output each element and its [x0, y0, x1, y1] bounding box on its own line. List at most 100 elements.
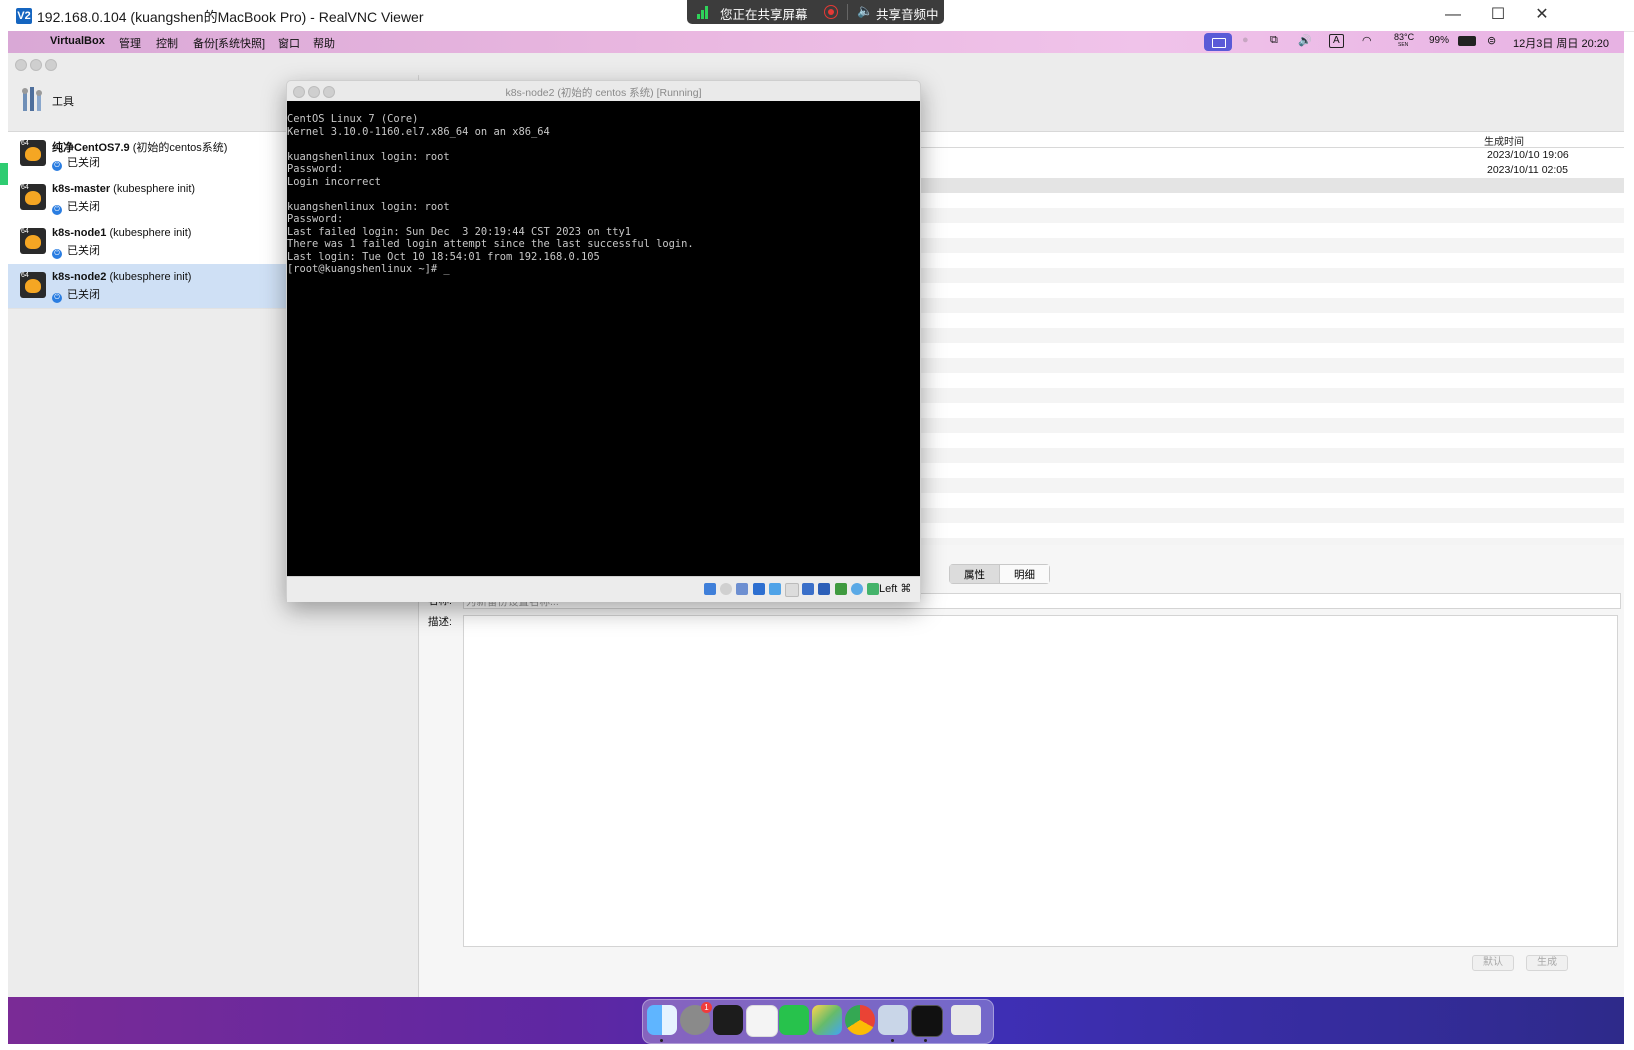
vm-name: k8s-node2 [52, 271, 107, 283]
console-line: Last login: Tue Oct 10 18:54:01 from 192… [287, 250, 600, 263]
console-line: kuangshenlinux login: root [287, 150, 450, 163]
column-header-created[interactable]: 生成时间 [1484, 133, 1524, 148]
zoom-traffic-light[interactable] [45, 59, 57, 71]
mac-menubar: VirtualBox 管理 控制 备份[系统快照] 窗口 帮助 ● ⧉ 🔊 A … [8, 31, 1624, 53]
detail-tabs: 属性 明细 [949, 564, 1050, 584]
recording-icon[interactable] [818, 583, 830, 595]
snapshot-time[interactable]: 2023/10/11 02:05 [1487, 164, 1568, 176]
finder-icon[interactable] [647, 1005, 677, 1035]
vm-status-bar: Left ⌘ [287, 576, 920, 602]
battery-icon[interactable] [1458, 36, 1476, 46]
power-off-icon: ⏻ [52, 161, 62, 171]
power-off-icon: ⏻ [52, 249, 62, 259]
power-off-icon: ⏻ [52, 205, 62, 215]
vm-name-line: k8s-master (kubesphere init) [52, 183, 195, 195]
status-avatar-icon[interactable]: ● [1242, 34, 1249, 46]
menu-app-name[interactable]: VirtualBox [50, 35, 105, 47]
vm-state: 已关闭 [67, 201, 100, 213]
wifi-icon[interactable]: ◠ [1362, 34, 1372, 47]
menu-manage[interactable]: 管理 [119, 35, 141, 51]
vm-window-titlebar: k8s-node2 (初始的 centos 系统) [Running] [287, 81, 920, 101]
host-key-indicator[interactable]: Left ⌘ [879, 582, 911, 595]
linux-64-icon [20, 140, 46, 166]
console-line: CentOS Linux 7 (Core) [287, 113, 419, 125]
vm-note: (初始的centos系统) [132, 142, 228, 154]
vm-console-icon[interactable] [911, 1005, 943, 1037]
mouse-integration-icon[interactable] [851, 583, 863, 595]
vm-name: 纯净CentOS7.9 [52, 142, 130, 154]
vm-console-screen[interactable]: CentOS Linux 7 (Core) Kernel 3.10.0-1160… [287, 101, 920, 576]
vm-note: (kubesphere init) [113, 183, 196, 195]
realvnc-app-icon: V2 [16, 8, 32, 24]
audio-icon[interactable] [736, 583, 748, 595]
create-button[interactable]: 生成 [1526, 955, 1568, 971]
menu-backup[interactable]: 备份[系统快照] [193, 35, 265, 51]
chrome-icon[interactable] [845, 1005, 875, 1035]
wps-office-icon[interactable] [746, 1005, 778, 1037]
vm-state-line: ⏻ 已关闭 [52, 242, 100, 259]
vm-name-line: 纯净CentOS7.9 (初始的centos系统) [52, 139, 227, 155]
console-line: Last failed login: Sun Dec 3 20:19:44 CS… [287, 225, 632, 238]
screen-share-icon[interactable] [1204, 33, 1232, 51]
snapshot-description-textarea[interactable] [463, 615, 1618, 947]
tab-details[interactable]: 明细 [999, 565, 1049, 583]
vbox-titlebar [8, 53, 1624, 75]
menu-window[interactable]: 窗口 [278, 35, 300, 51]
hard-disk-icon[interactable] [704, 583, 716, 595]
photos-icon[interactable] [812, 1005, 842, 1035]
virtualbox-icon[interactable] [878, 1005, 908, 1035]
stop-sharing-icon[interactable] [824, 5, 838, 19]
display-icon[interactable] [802, 583, 814, 595]
usb-icon[interactable] [769, 583, 781, 595]
close-traffic-light[interactable] [15, 59, 27, 71]
input-method-icon[interactable]: A [1329, 34, 1344, 48]
network-icon[interactable] [753, 583, 765, 595]
control-center-icon[interactable]: ⊜ [1487, 34, 1496, 47]
close-button[interactable]: ✕ [1530, 4, 1554, 26]
console-prompt[interactable]: [root@kuangshenlinux ~]# _ [287, 263, 450, 275]
maximize-button[interactable]: ☐ [1486, 4, 1510, 26]
wechat-icon[interactable] [779, 1005, 809, 1035]
screen-sharing-banner: 您正在共享屏幕 🔈 共享音频中 [687, 0, 944, 24]
console-line: Password: [287, 213, 344, 225]
window-switch-icon[interactable]: ⧉ [1270, 34, 1278, 47]
vm-state-line: ⏻ 已关闭 [52, 286, 100, 303]
optical-drive-icon[interactable] [720, 583, 732, 595]
linux-64-icon [20, 272, 46, 298]
mac-dock-area: 1 [8, 997, 1624, 1044]
console-line: Login incorrect [287, 175, 381, 188]
menubar-clock[interactable]: 12月3日 周日 20:20 [1513, 35, 1609, 51]
bottom-edge [0, 1044, 1634, 1050]
trash-icon[interactable] [951, 1005, 981, 1035]
vm-name-line: k8s-node1 (kubesphere init) [52, 227, 191, 239]
volume-icon[interactable]: 🔊 [1298, 34, 1312, 47]
linux-64-icon [20, 228, 46, 254]
vm-console-window: k8s-node2 (初始的 centos 系统) [Running] Cent… [286, 80, 921, 602]
menu-help[interactable]: 帮助 [313, 35, 335, 51]
description-label: 描述: [428, 616, 452, 628]
minimize-button[interactable]: — [1441, 4, 1465, 26]
vm-name: k8s-node1 [52, 227, 107, 239]
temperature-readout[interactable]: 83°C [1394, 32, 1414, 42]
vm-state: 已关闭 [67, 157, 100, 169]
keyboard-capture-icon[interactable] [867, 583, 879, 595]
menu-control[interactable]: 控制 [156, 35, 178, 51]
console-line: Password: [287, 163, 344, 175]
tab-attributes[interactable]: 属性 [950, 565, 999, 583]
linux-64-icon [20, 184, 46, 210]
cpu-activity-icon[interactable] [835, 583, 847, 595]
console-line: kuangshenlinux login: root [287, 200, 450, 213]
dock: 1 [642, 999, 994, 1044]
terminal-icon[interactable] [713, 1005, 743, 1035]
vm-note: (kubesphere init) [109, 227, 192, 239]
reset-button[interactable]: 默认 [1472, 955, 1514, 971]
sharing-screen-label: 您正在共享屏幕 [720, 8, 808, 22]
tools-label: 工具 [52, 96, 74, 108]
snapshot-time[interactable]: 2023/10/10 19:06 [1487, 149, 1569, 161]
temperature-sensor-label: SEN [1398, 42, 1409, 48]
minimize-traffic-light[interactable] [30, 59, 42, 71]
speaker-icon[interactable]: 🔈 [857, 3, 873, 19]
shared-folders-icon[interactable] [785, 583, 799, 597]
battery-percent: 99% [1429, 35, 1450, 46]
vm-name-line: k8s-node2 (kubesphere init) [52, 271, 191, 283]
